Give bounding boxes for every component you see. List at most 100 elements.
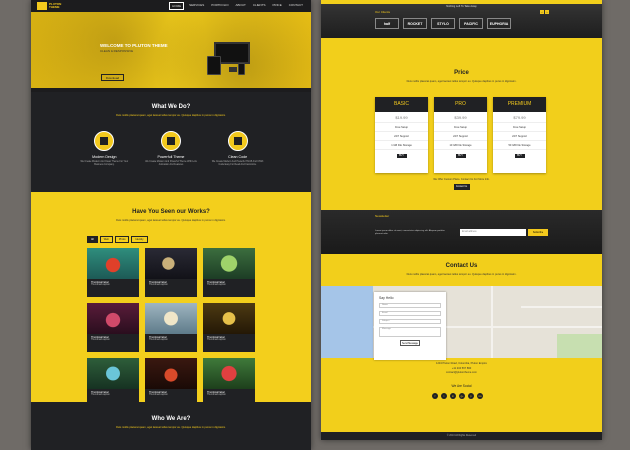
hero-background	[31, 12, 311, 88]
contact-us-button[interactable]: Contact Us	[453, 184, 470, 190]
plan-feature: Free Setup	[375, 123, 428, 132]
client-logo[interactable]: PACIFIC	[459, 18, 483, 29]
plan-feature: 24/7 Support	[375, 132, 428, 141]
plan-feature: 50 GB File Storage	[493, 141, 546, 150]
map[interactable]: Say Hello Name Email Subject Message Sen…	[321, 286, 602, 360]
plan-name: BASIC	[375, 97, 428, 112]
plan-feature: 1 GB File Storage	[375, 141, 428, 150]
portfolio-item[interactable]: Thumbnail label Thumbnail caption	[87, 303, 139, 352]
client-logo[interactable]: ROCKET	[403, 18, 427, 29]
hero-subtitle: CLEAN & RESPONSIVE	[100, 49, 134, 53]
thumbnail-caption: Thumbnail caption	[91, 394, 110, 396]
monitor-icon	[94, 131, 115, 151]
subscribe-button[interactable]: Subscribe	[528, 229, 548, 236]
filter-web[interactable]: Web	[99, 236, 113, 243]
download-button[interactable]: Download	[101, 74, 124, 81]
feature-text: We Create Modern And Clean Theme For You…	[80, 161, 129, 166]
contact-form: Say Hello Name Email Subject Message Sen…	[374, 292, 446, 360]
chevron-right-icon[interactable]: ›	[545, 10, 549, 14]
plan-price: $19.99	[375, 112, 428, 123]
nav-services[interactable]: SERVICES	[187, 2, 206, 10]
portfolio-item[interactable]: Thumbnail label Thumbnail caption	[87, 248, 139, 297]
twitter-icon[interactable]: t	[441, 393, 447, 399]
logo[interactable]: PLUTON THEME	[37, 2, 61, 10]
email-field[interactable]: Email	[379, 311, 441, 316]
filter-all[interactable]: All	[87, 236, 98, 243]
linkedin-icon[interactable]: in	[450, 393, 456, 399]
google-plus-icon[interactable]: g+	[459, 393, 465, 399]
thumbnail-caption: Thumbnail caption	[149, 284, 168, 286]
nav-home[interactable]: HOME	[169, 2, 185, 10]
portfolio-grid: Thumbnail label Thumbnail caption Thumbna…	[87, 248, 311, 407]
portfolio-item[interactable]: Thumbnail label Thumbnail caption	[87, 358, 139, 407]
plan-feature: Free Setup	[434, 123, 487, 132]
filter-photo[interactable]: Photo	[114, 236, 130, 243]
printer-icon	[227, 131, 248, 151]
thumbnail-caption: Thumbnail caption	[149, 339, 168, 341]
send-message-button[interactable]: Send Message	[400, 340, 420, 346]
about-section: Who We Are? Duis mollis placerat quam, e…	[31, 402, 311, 450]
thumbnail-caption: Thumbnail caption	[149, 394, 168, 396]
buy-button[interactable]: BUY	[455, 154, 466, 158]
price-title: Price	[454, 70, 469, 76]
feature-text: We Create Modern And Powerful Html5 And …	[211, 161, 264, 166]
email-text[interactable]: contact@plutontheme.com	[321, 371, 602, 376]
newsletter-email-input[interactable]: Email address	[460, 229, 526, 236]
map-park	[557, 334, 602, 358]
portfolio-item[interactable]: Thumbnail label Thumbnail caption	[203, 248, 255, 297]
price-plans: BASIC $19.99 Free Setup 24/7 Support 1 G…	[375, 97, 602, 173]
chevron-left-icon[interactable]: ‹	[540, 10, 544, 14]
buy-button[interactable]: BUY	[396, 154, 407, 158]
subject-field[interactable]: Subject	[379, 319, 441, 324]
contact-section: Contact Us Duis mollis placerat quam, eg…	[321, 254, 602, 412]
feature-name: Modern Design	[92, 155, 117, 159]
plan-feature: Free Setup	[493, 123, 546, 132]
newsletter-section: Newsletter Lorem ipsum dolor sit amet, c…	[321, 210, 602, 254]
portfolio-item[interactable]: Thumbnail label Thumbnail caption	[145, 303, 197, 352]
portfolio-title: Have You Seen our Works?	[132, 209, 210, 215]
facebook-icon[interactable]: f	[432, 393, 438, 399]
top-navbar: PLUTON THEME HOME SERVICES PORTFOLIO ABO…	[31, 0, 311, 12]
name-field[interactable]: Name	[379, 303, 441, 308]
client-logo[interactable]: half	[375, 18, 399, 29]
footer-copyright: © 2013 All Rights Reserved	[321, 432, 602, 440]
nav-price[interactable]: PRICE	[271, 2, 284, 10]
contact-info: 1234 Pluton Road, Columbia, Pluton Empir…	[321, 362, 602, 376]
client-logo[interactable]: EUPHORIA	[487, 18, 511, 29]
nav-portfolio[interactable]: PORTFOLIO	[209, 2, 230, 10]
map-road	[521, 306, 602, 308]
nav-contact[interactable]: CONTACT	[287, 2, 305, 10]
feature-item: Powerfull Theme We Create Modern And Pow…	[145, 131, 197, 167]
nav-clients[interactable]: CLIENTS	[251, 2, 268, 10]
rss-icon[interactable]: rss	[477, 393, 483, 399]
portfolio-item[interactable]: Thumbnail label Thumbnail caption	[203, 303, 255, 352]
feature-item: Clean Code We Create Modern And Powerful…	[212, 131, 264, 167]
feature-item: Modern Design We Create Modern And Clean…	[78, 131, 130, 167]
portfolio-item[interactable]: Thumbnail label Thumbnail caption	[145, 248, 197, 297]
thumbnail-image	[145, 303, 197, 334]
nav-about[interactable]: ABOUT	[234, 2, 248, 10]
thumbnail-image	[145, 248, 197, 279]
portfolio-item[interactable]: Thumbnail label Thumbnail caption	[203, 358, 255, 407]
thumbnail-caption: Thumbnail caption	[207, 394, 226, 396]
portfolio-item[interactable]: Thumbnail label Thumbnail caption	[145, 358, 197, 407]
thumbnail-image	[145, 358, 197, 389]
pinterest-icon[interactable]: p	[468, 393, 474, 399]
feature-text: We Create Modern And Powerful Theme With…	[145, 161, 197, 166]
feature-list: Modern Design We Create Modern And Clean…	[31, 131, 311, 167]
thumbnail-image	[87, 248, 139, 279]
services-desc: Duis mollis placerat quam, eget laoreet …	[116, 114, 226, 117]
message-field[interactable]: Message	[379, 327, 441, 337]
price-plan-pro: PRO $39.99 Free Setup 24/7 Support 10 GB…	[434, 97, 487, 173]
plan-name: PREMIUM	[493, 97, 546, 112]
thumbnail-image	[203, 303, 255, 334]
map-water	[321, 286, 373, 358]
buy-button[interactable]: BUY	[514, 154, 525, 158]
client-logo[interactable]: STYLO	[431, 18, 455, 29]
filter-identity[interactable]: Identity	[131, 236, 148, 243]
thumbnail-image	[87, 303, 139, 334]
price-plan-premium: PREMIUM $79.99 Free Setup 24/7 Support 5…	[493, 97, 546, 173]
clients-title: Our Clients	[375, 10, 391, 14]
form-title: Say Hello	[379, 296, 394, 300]
services-title: What We Do?	[151, 104, 191, 110]
